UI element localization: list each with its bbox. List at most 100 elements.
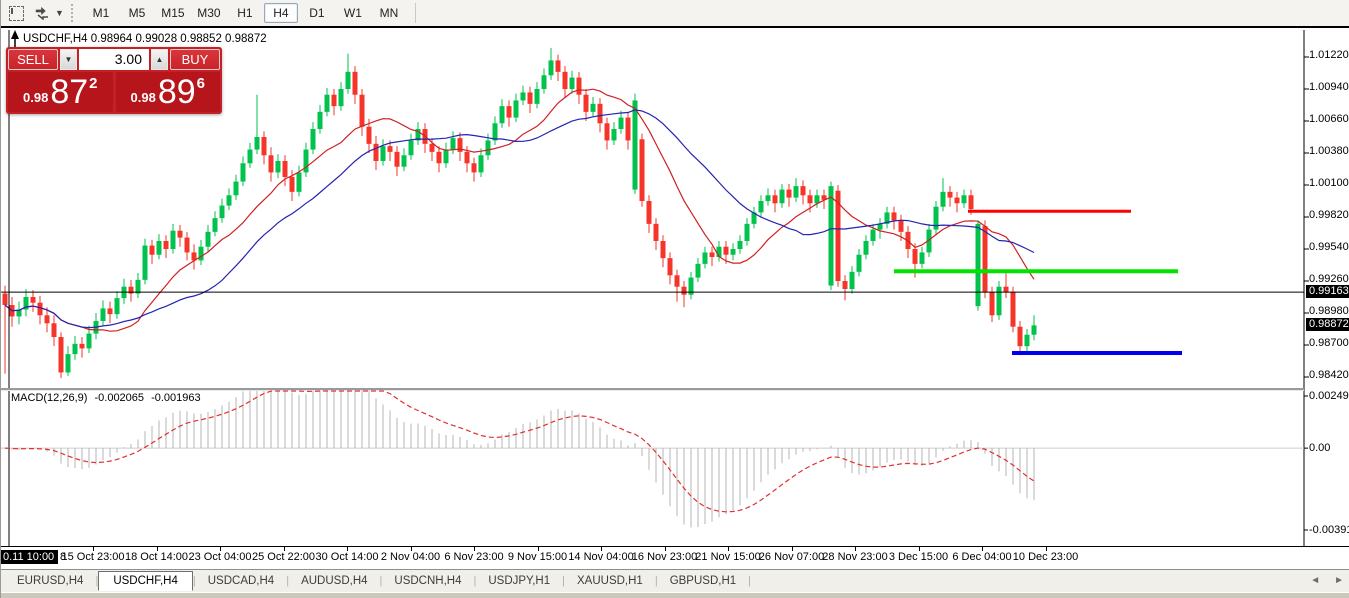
- date-tick-label: 2 Nov 04:00: [380, 551, 441, 563]
- timeframe-button-h1[interactable]: H1: [228, 3, 262, 23]
- tab-usdcad-h4[interactable]: USDCAD,H4: [196, 572, 286, 590]
- candle-body: [338, 89, 344, 107]
- candle-body: [233, 181, 239, 196]
- arrow-up-object[interactable]: [11, 30, 19, 39]
- tab-xauusd-h1[interactable]: XAUUSD,H1: [565, 572, 655, 590]
- candle-body: [625, 117, 631, 141]
- candle-body: [163, 241, 169, 249]
- candle-body: [345, 71, 351, 89]
- macd-axis-label: 0.002492: [1309, 390, 1349, 402]
- date-tick: [410, 547, 412, 551]
- candle-body: [989, 292, 995, 316]
- tab-usdcnh-h4[interactable]: USDCNH,H4: [382, 572, 473, 590]
- candle-body: [205, 231, 211, 247]
- candle-body: [954, 197, 960, 204]
- price-tick-label: 1.00940: [1309, 81, 1349, 93]
- date-tick: [982, 547, 983, 551]
- sell-price-prefix: 0.98: [23, 90, 49, 105]
- candle-body: [800, 186, 806, 196]
- candle-body: [744, 223, 750, 241]
- macd-axis-label: 0.00: [1309, 442, 1331, 455]
- candle-body: [611, 129, 617, 141]
- date-tick-label: 25 Oct 22:00: [252, 551, 315, 563]
- date-tick-label: 16 Nov 23:00: [631, 551, 698, 563]
- buy-price-big: 89: [157, 73, 196, 111]
- candle-body: [737, 241, 743, 249]
- candle-body: [632, 100, 638, 190]
- candle-body: [996, 286, 1002, 316]
- candle-body: [450, 138, 456, 150]
- tab-gbpusd-h1[interactable]: GBPUSD,H1: [658, 572, 748, 590]
- candle-body: [275, 161, 281, 173]
- tab-eurusd-h4[interactable]: EURUSD,H4: [5, 572, 95, 590]
- buy-price-prefix: 0.98: [130, 90, 156, 105]
- date-tick-label: 18 Oct 14:00: [125, 551, 188, 563]
- candle-body: [443, 149, 449, 164]
- candle-body: [723, 246, 729, 255]
- volume-decrease-button[interactable]: ▼: [60, 49, 77, 70]
- candle-body: [51, 323, 57, 337]
- candle-body: [282, 161, 288, 177]
- candle-body: [856, 254, 862, 272]
- date-tick: [474, 547, 475, 551]
- candle-body: [142, 245, 148, 280]
- date-axis[interactable]: 0.11 10:00 8 15 Oct 23:00 18 Oct 14:00 23 …: [1, 546, 1349, 569]
- candle-body: [1024, 334, 1030, 347]
- candle-body: [1017, 326, 1023, 347]
- tab-usdchf-h4[interactable]: USDCHF,H4: [98, 570, 193, 591]
- sell-button[interactable]: SELL: [8, 49, 58, 70]
- timeframe-button-w1[interactable]: W1: [336, 3, 370, 23]
- date-tick-label: 6 Dec 04:00: [952, 551, 1012, 563]
- chart-area[interactable]: USDCHF,H4 0.98964 0.99028 0.98852 0.9887…: [1, 28, 1349, 546]
- date-tick: [1045, 547, 1047, 551]
- candle-body: [44, 315, 50, 324]
- candle-body: [478, 155, 484, 173]
- chart-symbol-timeframe: USDCHF,H4: [23, 33, 88, 45]
- timeframe-button-h4[interactable]: H4: [263, 3, 298, 23]
- volume-input[interactable]: 3.00: [79, 49, 149, 70]
- candle-body: [317, 111, 323, 129]
- candle-body: [86, 333, 92, 349]
- candle-body: [352, 71, 358, 95]
- candle-body: [590, 103, 596, 112]
- candle-body: [660, 241, 666, 259]
- candle-body: [807, 195, 813, 204]
- selection-rectangle-glyph: [8, 5, 24, 21]
- timeframe-button-d1[interactable]: D1: [300, 3, 334, 23]
- swap-arrows-icon[interactable]: [31, 3, 53, 23]
- selection-rectangle-icon[interactable]: [5, 3, 27, 23]
- tab-scroll-left-icon[interactable]: ◄: [1310, 575, 1320, 586]
- dropdown-caret-icon[interactable]: ▼: [55, 8, 64, 18]
- candle-body: [373, 143, 379, 161]
- timeframe-button-mn[interactable]: MN: [372, 3, 406, 23]
- price-tick-label: 0.98700: [1309, 337, 1349, 349]
- tab-scroll-right-icon[interactable]: ►: [1334, 575, 1344, 586]
- timeframe-button-m5[interactable]: M5: [120, 3, 154, 23]
- timeframe-button-m30[interactable]: M30: [192, 3, 226, 23]
- candle-body: [828, 186, 834, 286]
- candle-body: [597, 103, 603, 124]
- date-tick-label: 26 Nov 07:00: [758, 551, 825, 563]
- tab-audusd-h4[interactable]: AUDUSD,H4: [289, 572, 379, 590]
- candle-body: [695, 263, 701, 278]
- timeframe-button-m15[interactable]: M15: [156, 3, 190, 23]
- ma-fast-line: [4, 88, 1035, 332]
- candle-body: [646, 201, 652, 224]
- candle-body: [576, 77, 582, 95]
- volume-increase-button[interactable]: ▲: [151, 49, 168, 70]
- tab-usdjpy-h1[interactable]: USDJPY,H1: [476, 572, 562, 590]
- sell-price-display[interactable]: 0.98 87 2: [8, 72, 113, 112]
- buy-button[interactable]: BUY: [170, 49, 220, 70]
- price-tick-label: 1.00380: [1309, 145, 1349, 157]
- swap-arrows-glyph: [35, 6, 48, 20]
- timeframe-button-m1[interactable]: M1: [84, 3, 118, 23]
- candle-body: [527, 92, 533, 104]
- candle-body: [366, 126, 372, 144]
- candle-body: [436, 151, 442, 164]
- candle-body: [401, 155, 407, 167]
- status-strip: [1, 592, 1349, 598]
- candle-body: [1010, 292, 1016, 327]
- tab-scroll-controls: ◄ ►: [1310, 575, 1344, 586]
- buy-price-display[interactable]: 0.98 89 6: [115, 72, 220, 112]
- date-tick-label: 3 Dec 15:00: [888, 551, 949, 563]
